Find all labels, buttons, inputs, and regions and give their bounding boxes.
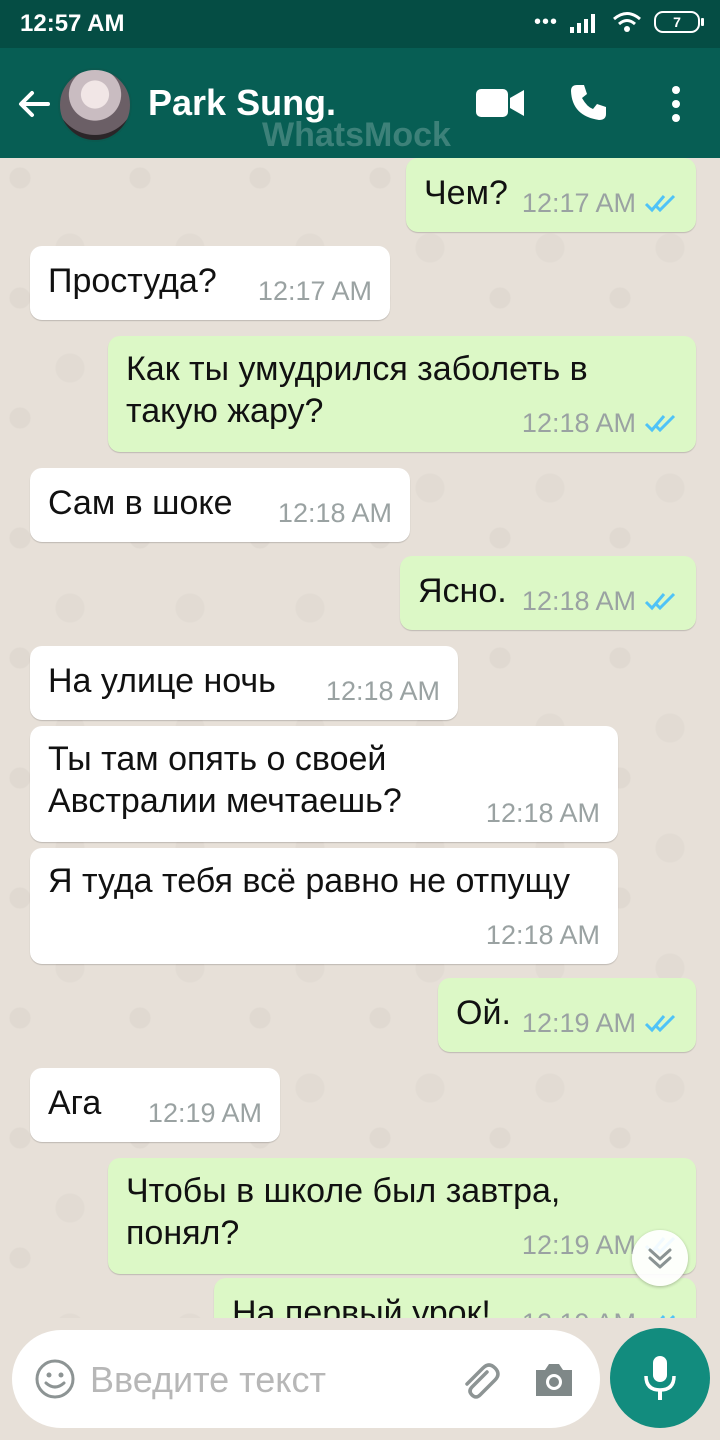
message-input[interactable] xyxy=(88,1350,432,1410)
message-text: Чем? xyxy=(424,172,508,214)
message-outgoing[interactable]: Чем? 12:17 AM xyxy=(406,158,696,232)
composer-bar xyxy=(0,1318,720,1440)
message-line: понял? xyxy=(126,1214,240,1252)
message-meta: 12:18 AM xyxy=(486,792,600,834)
notification-dots-icon: ••• xyxy=(533,11,558,33)
contact-avatar[interactable] xyxy=(58,68,132,142)
message-time: 12:18 AM xyxy=(521,586,636,616)
message-incoming[interactable]: На улице ночь 12:18 AM xyxy=(30,646,458,720)
message-meta: 12:17 AM xyxy=(522,182,678,224)
message-text: Ясно. xyxy=(418,570,507,612)
message-outgoing[interactable]: На первый урок! 12:19 AM xyxy=(214,1278,696,1318)
message-line: Чем? xyxy=(424,174,508,212)
message-incoming[interactable]: Ага 12:19 AM xyxy=(30,1068,280,1142)
mic-button[interactable] xyxy=(610,1328,710,1428)
message-text: Ты там опять о своей Австралии мечтаешь? xyxy=(48,738,402,822)
message-text: Простуда? xyxy=(48,260,217,302)
message-text: Ага xyxy=(48,1082,101,1124)
message-line: На первый урок! xyxy=(232,1294,491,1318)
message-time: 12:18 AM xyxy=(485,798,600,828)
chat-header: Park Sung. WhatsMock xyxy=(0,48,720,158)
message-line: На улице ночь xyxy=(48,662,276,700)
message-outgoing[interactable]: Чтобы в школе был завтра, понял? 12:19 A… xyxy=(108,1158,696,1274)
status-bar: 12:57 AM ••• 7 xyxy=(0,0,720,48)
message-meta: 12:19 AM xyxy=(522,1302,678,1318)
message-incoming[interactable]: Сам в шоке 12:18 AM xyxy=(30,468,410,542)
message-meta: 12:18 AM xyxy=(522,580,678,622)
message-incoming[interactable]: Я туда тебя всё равно не отпущу 12:18 AM xyxy=(30,848,618,964)
message-line: Простуда? xyxy=(48,262,217,300)
message-outgoing[interactable]: Ясно. 12:18 AM xyxy=(400,556,696,630)
message-time: 12:19 AM xyxy=(521,1008,636,1038)
message-line: Ясно. xyxy=(418,572,507,610)
status-icons: ••• 7 xyxy=(533,10,704,34)
signal-icon xyxy=(570,14,595,33)
message-line: Чтобы в школе был завтра, xyxy=(126,1172,561,1210)
message-line: Как ты умудрился заболеть в xyxy=(126,350,588,388)
message-time: 12:19 AM xyxy=(147,1098,262,1128)
message-line: Сам в шоке xyxy=(48,484,233,522)
message-line: Австралии мечтаешь? xyxy=(48,782,402,820)
message-input-container[interactable] xyxy=(12,1330,600,1428)
status-time: 12:57 AM xyxy=(20,10,125,37)
message-line: Ага xyxy=(48,1084,102,1122)
wifi-icon xyxy=(613,12,641,32)
double-chevron-down-icon xyxy=(648,1248,672,1269)
scroll-to-bottom-button[interactable] xyxy=(632,1230,688,1286)
message-time: 12:18 AM xyxy=(485,920,600,950)
message-time: 12:18 AM xyxy=(521,408,636,438)
read-ticks-icon xyxy=(644,592,676,611)
message-meta: 12:18 AM xyxy=(522,402,678,444)
message-line: такую жару? xyxy=(126,392,324,430)
message-meta: 12:18 AM xyxy=(278,492,392,534)
message-meta: 12:19 AM xyxy=(522,1002,678,1044)
message-text: Чтобы в школе был завтра, понял? xyxy=(126,1170,560,1254)
read-ticks-icon xyxy=(644,1014,676,1033)
message-text: Ой. xyxy=(456,992,511,1034)
more-vert-icon[interactable] xyxy=(666,84,686,124)
message-line: Ой. xyxy=(456,994,511,1032)
message-time: 12:17 AM xyxy=(521,188,636,218)
message-meta: 12:19 AM xyxy=(148,1092,262,1134)
message-outgoing[interactable]: Как ты умудрился заболеть в такую жару? … xyxy=(108,336,696,452)
battery-icon: 7 xyxy=(654,11,704,33)
message-time: 12:19 AM xyxy=(521,1230,636,1260)
message-time: 12:18 AM xyxy=(277,498,392,528)
phone-icon[interactable] xyxy=(568,82,608,122)
watermark: WhatsMock xyxy=(262,116,451,154)
read-ticks-icon xyxy=(644,414,676,433)
message-line: Ты там опять о своей xyxy=(48,740,387,778)
emoji-icon[interactable] xyxy=(34,1358,76,1400)
attach-icon[interactable] xyxy=(457,1358,501,1402)
camera-icon[interactable] xyxy=(532,1358,576,1402)
mic-icon xyxy=(644,1356,676,1400)
back-arrow-icon[interactable] xyxy=(14,84,54,124)
message-meta: 12:18 AM xyxy=(486,914,600,956)
message-text: Сам в шоке xyxy=(48,482,233,524)
message-incoming[interactable]: Простуда? 12:17 AM xyxy=(30,246,390,320)
message-text: На улице ночь xyxy=(48,660,276,702)
message-meta: 12:18 AM xyxy=(326,670,440,712)
message-text: Я туда тебя всё равно не отпущу xyxy=(48,860,570,902)
message-list[interactable]: Чем? 12:17 AM Простуда? 12:17 AM Как ты … xyxy=(0,158,720,1318)
message-time: 12:19 AM xyxy=(522,1302,636,1318)
video-call-icon[interactable] xyxy=(476,86,524,120)
message-outgoing[interactable]: Ой. 12:19 AM xyxy=(438,978,696,1052)
read-ticks-icon xyxy=(644,194,676,213)
message-meta: 12:17 AM xyxy=(258,270,372,312)
message-incoming[interactable]: Ты там опять о своей Австралии мечтаешь?… xyxy=(30,726,618,842)
message-line: Я туда тебя всё равно не отпущу xyxy=(48,862,571,900)
battery-level: 7 xyxy=(673,14,681,30)
message-text: Как ты умудрился заболеть в такую жару? xyxy=(126,348,588,432)
message-time: 12:18 AM xyxy=(325,676,440,706)
message-time: 12:17 AM xyxy=(257,276,372,306)
message-text: На первый урок! xyxy=(232,1292,491,1318)
